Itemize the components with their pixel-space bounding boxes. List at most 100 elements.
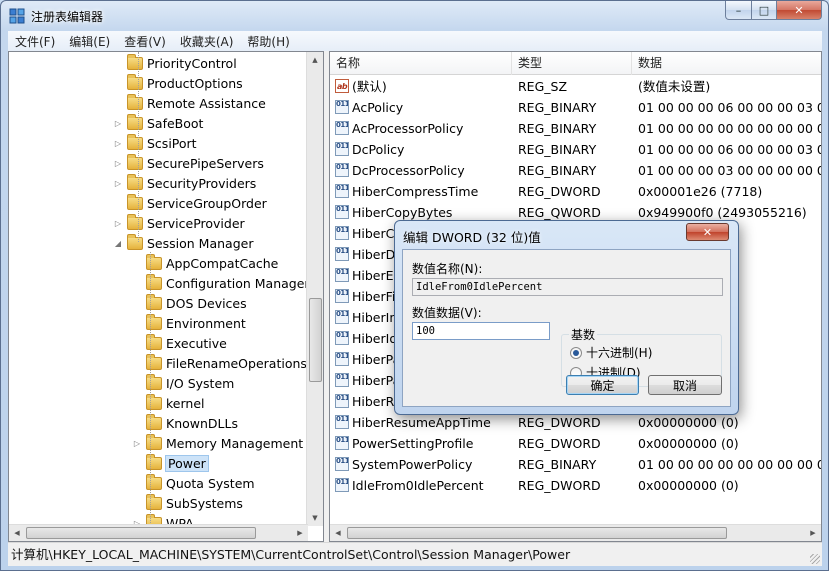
tree-hscroll-thumb[interactable] xyxy=(26,527,256,539)
tree-item[interactable]: Configuration Manager xyxy=(132,273,310,293)
list-item[interactable]: 0110PowerSettingProfile REG_DWORD 0x000000… xyxy=(330,433,821,454)
hex-radio[interactable]: 十六进制(H) xyxy=(570,344,652,361)
tree-item[interactable]: FileRenameOperations xyxy=(132,353,307,373)
list-item[interactable]: 0110IdleFrom0IdlePercent REG_DWORD 0x00000… xyxy=(330,475,821,496)
expand-icon[interactable]: ▷ xyxy=(113,158,123,168)
list-item[interactable]: 0110SystemPowerPolicy REG_BINARY 01 00 00 … xyxy=(330,454,821,475)
tree-item[interactable]: ▷ SecurityProviders xyxy=(113,173,256,193)
tree-item-label: Environment xyxy=(166,315,246,331)
list-item[interactable]: 0110DcPolicy REG_BINARY 01 00 00 00 06 00 … xyxy=(330,139,821,160)
menu-file[interactable]: 文件(F) xyxy=(8,33,62,50)
expand-icon[interactable]: ▷ xyxy=(113,138,123,148)
cancel-button[interactable]: 取消 xyxy=(648,375,722,395)
title-bar[interactable]: 注册表编辑器 – □ ✕ xyxy=(1,1,828,31)
value-name: DcPolicy xyxy=(352,142,405,157)
scroll-right-icon[interactable]: ▶ xyxy=(292,525,308,541)
value-type: REG_BINARY xyxy=(518,142,597,157)
value-data-input[interactable]: 100 xyxy=(412,322,550,340)
list-hscroll-thumb[interactable] xyxy=(347,527,727,539)
list-item[interactable]: ab (默认) REG_SZ (数值未设置) xyxy=(330,76,821,97)
tree-item[interactable]: PriorityControl xyxy=(113,53,237,73)
tree-item-label: Configuration Manager xyxy=(166,275,310,291)
tree-item[interactable]: ◢ Session Manager xyxy=(113,233,253,253)
tree-connector xyxy=(138,52,139,242)
tree-connector xyxy=(150,252,151,527)
radio-checked-icon[interactable] xyxy=(570,346,582,359)
tree-item[interactable]: SubSystems xyxy=(132,493,243,513)
expand-icon[interactable]: ▷ xyxy=(113,178,123,188)
tree-item[interactable]: I/O System xyxy=(132,373,234,393)
binary-value-icon: 0110 xyxy=(335,142,349,156)
folder-icon xyxy=(146,333,162,350)
value-name: HiberCompressTime xyxy=(352,184,479,199)
tree-item-label: KnownDLLs xyxy=(166,415,238,431)
value-type: REG_DWORD xyxy=(518,436,601,451)
value-type: REG_BINARY xyxy=(518,457,597,472)
tree-item[interactable]: ▷ SecurePipeServers xyxy=(113,153,264,173)
minimize-button[interactable]: – xyxy=(725,1,752,20)
expand-icon[interactable]: ▷ xyxy=(132,438,142,448)
tree-item[interactable]: Power xyxy=(132,453,209,473)
value-name: AcProcessorPolicy xyxy=(352,121,464,136)
menu-view[interactable]: 查看(V) xyxy=(117,33,173,50)
value-data: 01 00 00 00 06 00 00 00 03 00 00 xyxy=(638,142,821,157)
tree-item[interactable]: ServiceGroupOrder xyxy=(113,193,267,213)
binary-value-icon: 0110 xyxy=(335,163,349,177)
resize-grip[interactable] xyxy=(810,554,820,564)
value-name: AcPolicy xyxy=(352,100,404,115)
list-item[interactable]: 0110HiberCompressTime REG_DWORD 0x00001e26… xyxy=(330,181,821,202)
tree-item[interactable]: ProductOptions xyxy=(113,73,243,93)
expand-icon[interactable]: ▷ xyxy=(113,218,123,228)
scroll-up-icon[interactable]: ▲ xyxy=(307,52,323,68)
close-button[interactable]: ✕ xyxy=(776,1,822,20)
tree-scroll-thumb[interactable] xyxy=(309,298,322,382)
tree-item[interactable]: Remote Assistance xyxy=(113,93,266,113)
dialog-title: 编辑 DWORD (32 位)值 xyxy=(403,230,541,245)
folder-icon xyxy=(127,213,143,230)
binary-value-icon: 0110 xyxy=(335,205,349,219)
value-name-label: 数值名称(N): xyxy=(412,262,483,276)
tree-item[interactable]: KnownDLLs xyxy=(132,413,238,433)
tree-horizontal-scrollbar[interactable]: ◀ ▶ xyxy=(9,524,308,541)
menu-favorites[interactable]: 收藏夹(A) xyxy=(173,33,241,50)
list-header: 名称 类型 数据 xyxy=(330,52,821,75)
folder-icon xyxy=(127,233,143,250)
binary-value-icon: 0110 xyxy=(335,331,349,345)
scroll-down-icon[interactable]: ▼ xyxy=(307,510,323,526)
menu-help[interactable]: 帮助(H) xyxy=(240,33,296,50)
ok-button[interactable]: 确定 xyxy=(566,375,639,395)
tree-item[interactable]: ▷ Memory Management xyxy=(132,433,303,453)
list-item[interactable]: 0110AcPolicy REG_BINARY 01 00 00 00 06 00 … xyxy=(330,97,821,118)
collapse-icon[interactable]: ◢ xyxy=(113,238,123,248)
tree-item[interactable]: Executive xyxy=(132,333,227,353)
value-data-label: 数值数据(V): xyxy=(412,306,482,320)
maximize-button[interactable]: □ xyxy=(751,1,777,20)
scroll-left-icon[interactable]: ◀ xyxy=(330,525,346,541)
expand-icon[interactable]: ▷ xyxy=(113,118,123,128)
tree-item[interactable]: kernel xyxy=(132,393,205,413)
scroll-left-icon[interactable]: ◀ xyxy=(9,525,25,541)
scroll-right-icon[interactable]: ▶ xyxy=(805,525,821,541)
tree-item[interactable]: ▷ SafeBoot xyxy=(113,113,203,133)
tree-item[interactable]: ▷ ScsiPort xyxy=(113,133,197,153)
column-type-header[interactable]: 类型 xyxy=(512,52,632,75)
dialog-close-button[interactable]: ✕ xyxy=(686,223,729,241)
folder-icon xyxy=(127,133,143,150)
list-horizontal-scrollbar[interactable]: ◀ ▶ xyxy=(330,524,821,541)
tree-item[interactable]: ▷ ServiceProvider xyxy=(113,213,245,233)
tree-item-label: ServiceGroupOrder xyxy=(147,195,267,211)
tree-item-label: SafeBoot xyxy=(147,115,204,131)
menu-edit[interactable]: 编辑(E) xyxy=(62,33,117,50)
column-name-header[interactable]: 名称 xyxy=(330,52,512,75)
tree-vertical-scrollbar[interactable]: ▲ ▼ xyxy=(306,52,323,526)
list-item[interactable]: 0110HiberResumeAppTime REG_DWORD 0x0000000… xyxy=(330,412,821,433)
value-name: DcProcessorPolicy xyxy=(352,163,465,178)
column-data-header[interactable]: 数据 xyxy=(632,52,821,75)
tree-item[interactable]: AppCompatCache xyxy=(132,253,278,273)
list-item[interactable]: 0110AcProcessorPolicy REG_BINARY 01 00 00 … xyxy=(330,118,821,139)
list-item[interactable]: 0110DcProcessorPolicy REG_BINARY 01 00 00 … xyxy=(330,160,821,181)
